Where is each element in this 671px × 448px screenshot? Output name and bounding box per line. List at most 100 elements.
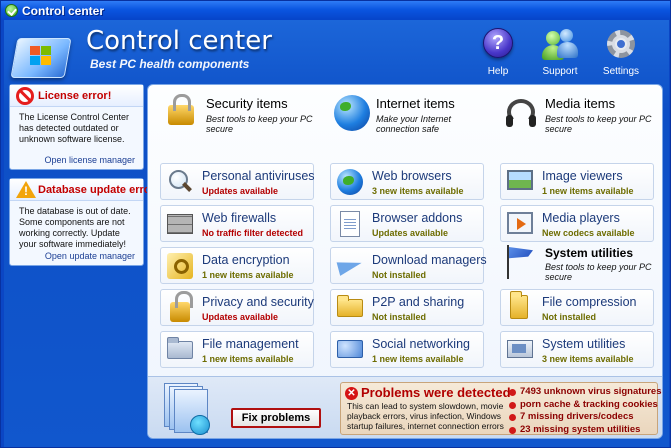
open-license-manager-link[interactable]: Open license manager — [44, 155, 135, 165]
client-area: Control center Best PC health components… — [4, 20, 669, 447]
components-panel: Security items Best tools to keep your P… — [147, 84, 663, 439]
tile-title: File management — [202, 337, 299, 351]
lock-icon — [170, 291, 193, 322]
tile-title: Media players — [542, 211, 620, 225]
tile-system-utilities[interactable]: System utilities 3 new items available — [500, 331, 654, 368]
tile-status: 3 new items available — [372, 186, 464, 196]
support-button[interactable]: Support — [532, 26, 588, 78]
fix-problems-button[interactable]: Fix problems — [231, 408, 321, 428]
addon-icon — [340, 211, 360, 237]
security-items-title: Security items — [206, 96, 288, 111]
tile-social-networking[interactable]: Social networking 1 new items available — [330, 331, 484, 368]
control-center-window: Control center Control center Best PC he… — [0, 0, 671, 448]
media-player-icon — [507, 212, 533, 234]
settings-button[interactable]: Settings — [593, 26, 649, 78]
tile-title: P2P and sharing — [372, 295, 465, 309]
key-icon — [167, 253, 193, 279]
tile-title: Web browsers — [372, 169, 452, 183]
open-update-manager-link[interactable]: Open update manager — [45, 251, 135, 261]
problems-list: 7493 unknown virus signatures porn cache… — [507, 386, 662, 437]
license-error-text: The License Control Center has detected … — [19, 112, 130, 144]
error-icon — [16, 87, 34, 105]
tile-status: Not installed — [542, 312, 597, 322]
tile-title: Web firewalls — [202, 211, 277, 225]
security-items-desc: Best tools to keep your PC secure — [206, 114, 313, 134]
internet-items-title: Internet items — [376, 96, 455, 111]
tile-media-players[interactable]: Media players New codecs available — [500, 205, 654, 242]
internet-items-header: Internet items Make your Internet connec… — [326, 93, 476, 137]
tile-status: 1 new items available — [202, 354, 294, 364]
database-error-text: The database is out of date. Some compon… — [19, 206, 131, 249]
support-label: Support — [542, 66, 578, 77]
network-icon — [337, 340, 363, 358]
bullet-icon — [509, 401, 516, 409]
problems-title: Problems were detected — [361, 385, 511, 400]
problems-area: Fix problems ✕ Problems were detected Th… — [148, 376, 662, 438]
problem-text: porn cache & tracking cookies — [520, 398, 658, 410]
security-items-header: Security items Best tools to keep your P… — [156, 93, 313, 137]
warning-icon: ! — [16, 181, 36, 198]
tile-status: Not installed — [372, 270, 427, 280]
documents-icon — [162, 381, 210, 435]
tile-web-firewalls[interactable]: Web firewalls No traffic filter detected — [160, 205, 314, 242]
tile-status: Not installed — [372, 312, 427, 322]
app-check-icon — [5, 4, 18, 17]
shared-folder-icon — [337, 295, 363, 317]
tile-web-browsers[interactable]: Web browsers 3 new items available — [330, 163, 484, 200]
title-bar[interactable]: Control center — [1, 1, 670, 20]
problem-text: 23 missing system utilities — [520, 423, 641, 435]
license-error-title: License error! — [38, 90, 112, 102]
bullet-icon — [509, 414, 516, 421]
system-utilities-title: System utilities — [545, 246, 634, 260]
app-subtitle: Best PC health components — [90, 57, 250, 71]
tile-privacy-and-security[interactable]: Privacy and security Updates available — [160, 289, 314, 326]
tile-download-managers[interactable]: Download managers Not installed — [330, 247, 487, 284]
media-items-header: Media items Best tools to keep your PC s… — [495, 93, 652, 137]
tile-title: Browser addons — [372, 211, 463, 225]
tile-file-compression[interactable]: File compression Not installed — [500, 289, 654, 326]
problems-desc: This can lead to system slowdown, movie … — [347, 401, 504, 431]
database-error-panel: ! Database update error! The database is… — [9, 178, 158, 266]
problem-text: 7 missing drivers/codecs — [520, 411, 634, 422]
media-items-desc: Best tools to keep your PC secure — [545, 114, 652, 134]
problem-text: 7493 unknown virus signatures — [520, 386, 662, 397]
flag-icon — [503, 245, 539, 281]
problem-item: 23 missing system utilities — [507, 424, 657, 437]
bullet-icon — [509, 426, 516, 434]
tile-status: 3 new items available — [542, 354, 634, 364]
license-error-panel: License error! The License Control Cente… — [9, 84, 144, 170]
tile-browser-addons[interactable]: Browser addons Updates available — [330, 205, 484, 242]
window-title: Control center — [22, 4, 105, 18]
tile-title: Personal antiviruses — [202, 169, 315, 183]
app-title: Control center — [86, 26, 272, 56]
paper-plane-icon — [337, 253, 363, 279]
internet-items-desc: Make your Internet connection safe — [376, 114, 452, 134]
database-error-title: Database update error! — [38, 184, 159, 196]
help-label: Help — [487, 66, 509, 77]
media-items-title: Media items — [545, 96, 616, 111]
tile-data-encryption[interactable]: Data encryption 1 new items available — [160, 247, 314, 284]
globe-icon — [337, 169, 363, 195]
image-icon — [507, 170, 533, 190]
tile-title: Privacy and security — [202, 295, 314, 309]
tile-image-viewers[interactable]: Image viewers 1 new items available — [500, 163, 654, 200]
tile-file-management[interactable]: File management 1 new items available — [160, 331, 314, 368]
magnifier-icon — [167, 169, 193, 195]
problem-item: 7493 unknown virus signatures — [507, 386, 662, 399]
zip-icon — [510, 291, 528, 319]
tile-personal-antiviruses[interactable]: Personal antiviruses Updates available — [160, 163, 315, 200]
tile-p2p-and-sharing[interactable]: P2P and sharing Not installed — [330, 289, 484, 326]
tile-status: 1 new items available — [542, 186, 634, 196]
tile-title: Image viewers — [542, 169, 623, 183]
tile-title: Social networking — [372, 337, 470, 351]
firewall-icon — [167, 214, 193, 234]
lock-icon — [168, 94, 194, 125]
help-icon: ? — [483, 28, 513, 58]
help-button[interactable]: ? Help — [470, 26, 526, 78]
tile-title: System utilities — [542, 337, 626, 351]
system-utilities-header: System utilities Best tools to keep your… — [495, 243, 652, 287]
tile-status: Updates available — [202, 312, 279, 322]
support-icon — [542, 29, 578, 61]
tile-status: Updates available — [372, 228, 449, 238]
tile-status: 1 new items available — [202, 270, 294, 280]
